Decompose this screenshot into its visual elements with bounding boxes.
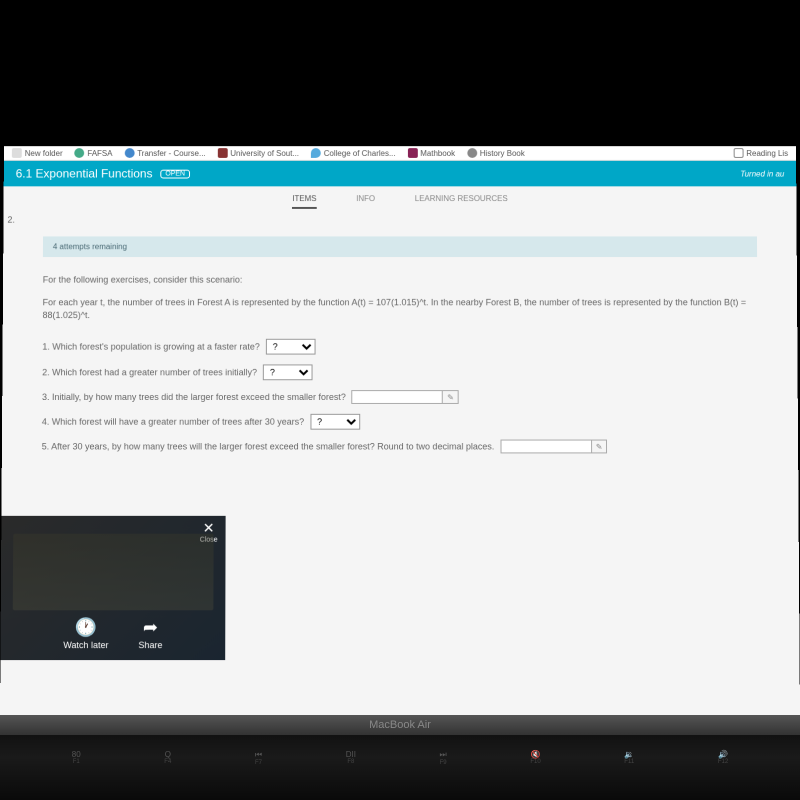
question-text: 3. Initially, by how many trees did the … [42,392,346,402]
assignment-header: 6.1 Exponential Functions OPEN Turned in… [4,161,797,186]
scenario-text: For the following exercises, consider th… [43,275,758,285]
key: QF4 [164,750,171,766]
question-5: 5. After 30 years, by how many trees wil… [42,440,759,454]
key: ⏭F9 [440,750,447,766]
action-label: Watch later [63,640,108,650]
question-4: 4. Which forest will have a greater numb… [42,414,758,430]
keyboard: 80F1 QF4 ⏮F7 DIIF8 ⏭F9 🔇F10 🔉F11 🔊F12 [0,735,800,781]
bookmark-label: Reading Lis [746,149,788,158]
bookmark-label: History Book [480,149,525,158]
q1-select[interactable]: ? [266,339,316,355]
key: DIIF8 [346,750,356,766]
formula-text: For each year t, the number of trees in … [43,296,758,321]
tab-items[interactable]: ITEMS [292,194,316,209]
status-text: Turned in au [740,169,784,178]
bookmark-transfer[interactable]: Transfer - Course... [124,148,205,158]
input-tools-icon[interactable]: ✎ [442,391,458,403]
key: 🔊F12 [718,750,728,766]
bookmarks-bar: New folder FAFSA Transfer - Course... Un… [4,146,796,161]
question-text: 5. After 30 years, by how many trees wil… [42,442,495,452]
bookmark-label: New folder [25,149,63,158]
tab-info[interactable]: INFO [356,194,375,209]
reading-list[interactable]: Reading Lis [733,148,788,158]
q5-input-wrap: ✎ [500,440,607,454]
watch-later-button[interactable]: 🕐 Watch later [63,617,108,650]
question-number: 2. [7,215,15,225]
macbook-label: MacBook Air [0,715,800,735]
q5-input[interactable] [501,441,591,453]
open-badge: OPEN [160,169,190,178]
tabs-nav: ITEMS INFO LEARNING RESOURCES [4,186,797,216]
site-icon [407,148,417,158]
bookmark-fafsa[interactable]: FAFSA [74,148,112,158]
question-text: 4. Which forest will have a greater numb… [42,417,304,427]
video-overlay: ✕ Close 🕐 Watch later ➦ Share [0,516,225,660]
input-tools-icon[interactable]: ✎ [591,441,607,453]
action-label: Share [138,640,162,650]
site-icon [217,148,227,158]
share-button[interactable]: ➦ Share [138,617,162,650]
question-2: 2. Which forest had a greater number of … [42,365,758,381]
site-icon [467,148,477,158]
bookmark-label: College of Charles... [324,149,396,158]
reading-icon [733,148,743,158]
video-thumbnail[interactable] [13,534,214,611]
folder-icon [12,148,22,158]
key: 🔇F10 [530,750,540,766]
site-icon [74,148,84,158]
bookmark-label: FAFSA [87,149,112,158]
laptop-body: MacBook Air 80F1 QF4 ⏮F7 DIIF8 ⏭F9 🔇F10 … [0,715,800,800]
bookmark-university[interactable]: University of Sout... [217,148,299,158]
clock-icon: 🕐 [63,617,108,638]
key: ⏮F7 [255,750,262,766]
share-icon: ➦ [138,617,162,638]
bookmark-newfolder[interactable]: New folder [12,148,63,158]
assignment-title: 6.1 Exponential Functions [16,167,153,181]
question-3: 3. Initially, by how many trees did the … [42,390,758,404]
site-icon [124,148,134,158]
bookmark-history[interactable]: History Book [467,148,525,158]
bookmark-label: Transfer - Course... [137,149,205,158]
content-area: 4 attempts remaining For the following e… [2,217,799,484]
bookmark-label: Mathbook [420,149,455,158]
key: 🔉F11 [624,750,634,766]
bookmark-mathbook[interactable]: Mathbook [407,148,455,158]
tab-learning[interactable]: LEARNING RESOURCES [415,194,508,209]
q2-select[interactable]: ? [263,365,313,381]
bookmark-college[interactable]: College of Charles... [311,148,396,158]
site-icon [311,148,321,158]
bookmark-label: University of Sout... [230,149,299,158]
q3-input[interactable] [353,391,443,403]
key: 80F1 [72,750,81,766]
attempts-remaining: 4 attempts remaining [43,236,757,257]
black-top-area [4,9,796,146]
q4-select[interactable]: ? [310,414,360,430]
q3-input-wrap: ✎ [352,390,459,404]
question-text: 2. Which forest had a greater number of … [42,368,257,378]
question-1: 1. Which forest's population is growing … [42,339,757,355]
question-text: 1. Which forest's population is growing … [42,342,259,352]
